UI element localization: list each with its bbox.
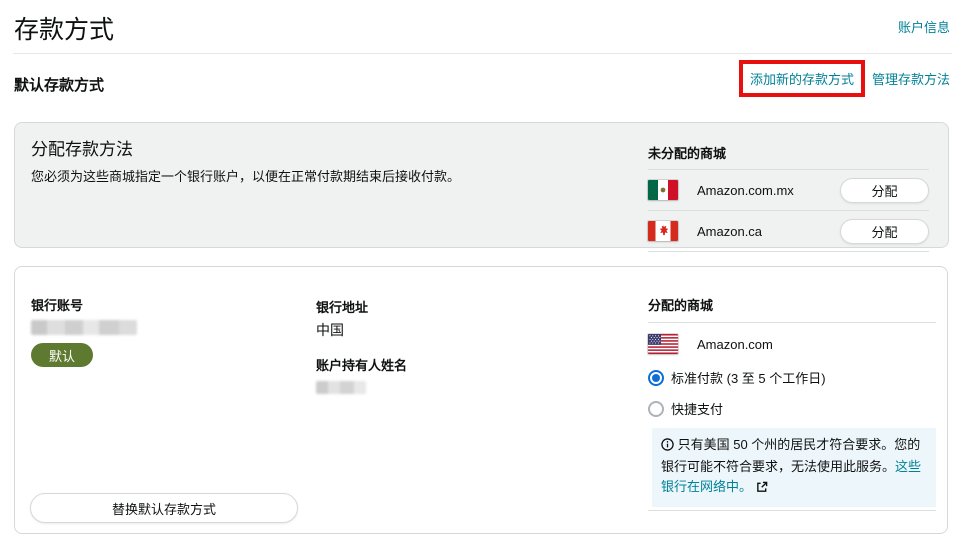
payment-option-standard[interactable]: 标准付款 (3 至 5 个工作日) — [648, 368, 936, 387]
eligibility-notice: 只有美国 50 个州的居民才符合要求。您的银行可能不符合要求，无法使用此服务。这… — [652, 428, 936, 507]
deposit-actions-row: 添加新的存款方式 管理存款方法 — [739, 60, 950, 97]
bank-account-label: 银行账号 — [31, 295, 137, 314]
default-deposit-heading: 默认存款方式 — [14, 74, 104, 95]
bank-account-number-redacted — [31, 320, 137, 335]
page-title: 存款方式 — [14, 10, 114, 46]
external-link-icon[interactable] — [756, 479, 768, 499]
unassigned-marketplaces: 未分配的商城 Amazon.com.mx 分配 — [648, 143, 929, 252]
assign-panel-description: 您必须为这些商城指定一个银行账户，以便在正常付款期结束后接收付款。 — [31, 166, 460, 185]
marketplace-row-ca: Amazon.ca 分配 — [648, 211, 929, 251]
radio-selected-icon[interactable] — [648, 370, 664, 386]
assign-deposit-panel: 分配存款方法 您必须为这些商城指定一个银行账户，以便在正常付款期结束后接收付款。… — [14, 122, 949, 248]
add-deposit-method-link[interactable]: 添加新的存款方式 — [750, 69, 854, 88]
payment-option-label: 标准付款 (3 至 5 个工作日) — [671, 368, 826, 387]
info-icon — [661, 437, 674, 457]
bank-address-value: 中国 — [316, 320, 407, 340]
divider — [648, 251, 929, 252]
bank-address-column: 银行地址 中国 账户持有人姓名 — [316, 297, 407, 394]
notice-text: 只有美国 50 个州的居民才符合要求。您的银行可能不符合要求，无法使用此服务。 — [661, 437, 920, 474]
holder-name-redacted — [316, 381, 366, 394]
assigned-heading: 分配的商城 — [648, 295, 936, 322]
payment-option-express[interactable]: 快捷支付 — [648, 399, 936, 418]
replace-default-deposit-button[interactable]: 替换默认存款方式 — [30, 493, 298, 523]
unassigned-heading: 未分配的商城 — [648, 143, 929, 169]
mexico-flag-icon — [648, 180, 678, 200]
marketplace-name: Amazon.com.mx — [697, 183, 794, 198]
canada-flag-icon — [648, 221, 678, 241]
marketplace-name: Amazon.com — [697, 337, 773, 352]
marketplace-name: Amazon.ca — [697, 224, 762, 239]
divider — [648, 510, 936, 511]
radio-unselected-icon[interactable] — [648, 401, 664, 417]
deposit-methods-page: 存款方式 账户信息 默认存款方式 添加新的存款方式 管理存款方法 分配存款方法 … — [0, 0, 965, 548]
assigned-marketplace-column: 分配的商城 — [648, 295, 936, 511]
default-badge: 默认 — [31, 343, 93, 367]
assign-button-ca[interactable]: 分配 — [840, 219, 929, 244]
assign-button-mx[interactable]: 分配 — [840, 178, 929, 203]
assign-panel-title: 分配存款方法 — [31, 135, 133, 160]
header-divider — [13, 53, 952, 54]
annotation-highlight: 添加新的存款方式 — [739, 60, 865, 97]
account-info-link[interactable]: 账户信息 — [898, 17, 950, 36]
us-flag-icon — [648, 334, 678, 354]
manage-deposit-methods-link[interactable]: 管理存款方法 — [872, 69, 950, 88]
bank-address-label: 银行地址 — [316, 297, 407, 316]
bank-account-column: 银行账号 默认 — [31, 295, 137, 367]
payment-option-label: 快捷支付 — [671, 399, 723, 418]
holder-name-label: 账户持有人姓名 — [316, 355, 407, 374]
default-deposit-card: 银行账号 默认 银行地址 中国 账户持有人姓名 分配的商城 — [14, 266, 948, 534]
marketplace-row-mx: Amazon.com.mx 分配 — [648, 170, 929, 210]
assigned-marketplace-row: Amazon.com — [648, 332, 936, 356]
divider — [648, 322, 936, 323]
